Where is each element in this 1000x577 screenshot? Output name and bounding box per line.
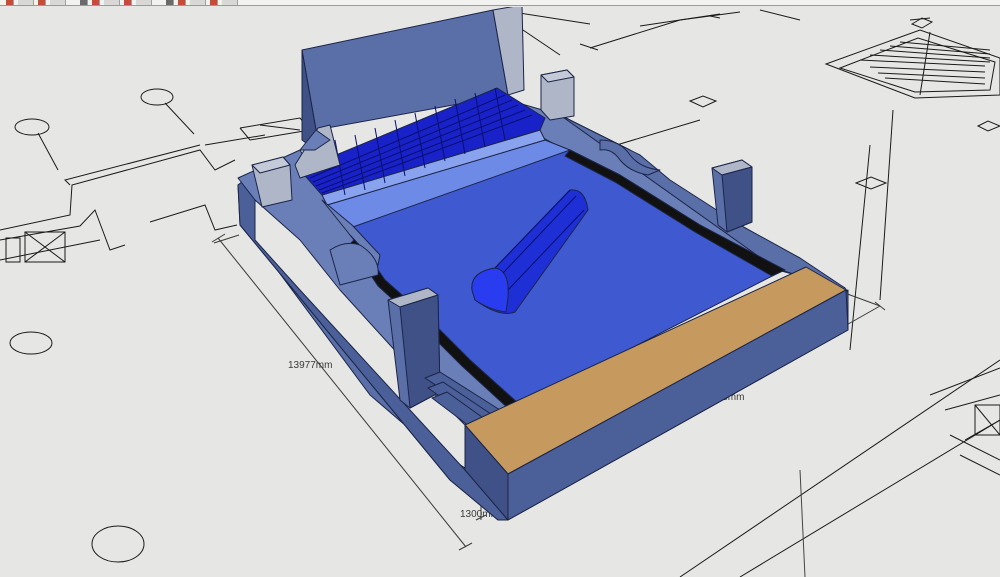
plan-marker <box>854 176 888 190</box>
line-tool-icon[interactable] <box>50 0 66 5</box>
orbit-tool-icon[interactable] <box>190 0 206 5</box>
pan-tool-icon[interactable] <box>210 0 218 5</box>
sketchup-window: 13977mm 10875mm 1300mm <box>0 0 1000 577</box>
length-dimension-label: 13977mm <box>288 360 332 371</box>
toolbar <box>0 0 1000 6</box>
select-tool-icon[interactable] <box>6 0 14 5</box>
plan-circle <box>140 88 174 106</box>
zoom-tool-icon[interactable] <box>222 0 238 5</box>
plan-circle <box>91 525 145 563</box>
plan-circle <box>14 118 50 136</box>
model-viewport[interactable]: 13977mm 10875mm 1300mm <box>0 7 1000 577</box>
rotate-tool-icon[interactable] <box>136 0 152 5</box>
plan-circle <box>9 331 53 355</box>
arc-tool-icon[interactable] <box>80 0 88 5</box>
pool-model[interactable] <box>237 7 849 521</box>
plan-marker <box>688 95 718 108</box>
offset-tool-icon[interactable] <box>178 0 186 5</box>
rectangle-tool-icon[interactable] <box>92 0 100 5</box>
eraser-tool-icon[interactable] <box>18 0 34 5</box>
push-pull-tool-icon[interactable] <box>104 0 120 5</box>
scale-tool-icon[interactable] <box>166 0 174 5</box>
plan-marker <box>976 120 1000 132</box>
post-back-right <box>540 69 575 121</box>
paint-tool-icon[interactable] <box>38 0 46 5</box>
post-front-right <box>711 159 753 233</box>
move-tool-icon[interactable] <box>124 0 132 5</box>
